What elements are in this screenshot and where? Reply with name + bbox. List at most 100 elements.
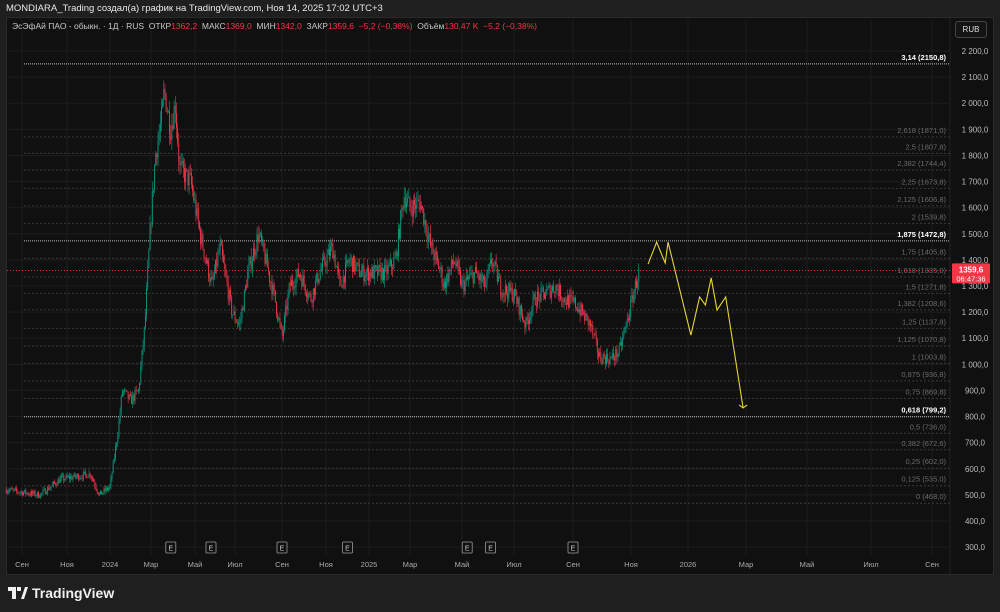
candle-down <box>264 250 266 264</box>
candle-down <box>136 390 138 392</box>
candle-down <box>246 285 248 288</box>
candle-up <box>401 207 403 211</box>
candle-down <box>74 473 76 478</box>
candle-down <box>603 354 605 358</box>
candle-up <box>255 251 257 256</box>
candle-up <box>67 476 69 478</box>
price-tick-label: 1 900,0 <box>962 125 989 134</box>
candle-up <box>161 107 162 124</box>
price-chart[interactable]: 3,14 (2150,8) 2,618 (1871,0) 2,5 (1807,8) 2… <box>0 0 1000 612</box>
currency-button[interactable]: RUB <box>955 21 987 38</box>
fib-level-label: 2,5 (1807,8) <box>906 142 947 151</box>
candle-down <box>38 492 39 498</box>
candle-down <box>454 262 456 264</box>
candle-up <box>364 277 366 282</box>
candle-up <box>465 276 467 282</box>
candle-down <box>337 266 338 269</box>
candle-up <box>416 199 418 209</box>
candle-up <box>308 293 310 298</box>
candle-up <box>494 261 496 265</box>
candle-up <box>316 273 318 282</box>
candle-up <box>215 259 216 273</box>
candle-down <box>239 323 241 325</box>
candle-down <box>332 243 334 259</box>
candle-up <box>232 314 234 316</box>
candle-up <box>73 473 75 478</box>
candle-up <box>626 318 628 323</box>
candle-up <box>475 267 476 272</box>
price-tick-label: 400,0 <box>965 517 986 526</box>
earnings-marker[interactable]: E <box>165 541 177 554</box>
earnings-marker[interactable]: E <box>461 541 473 554</box>
earnings-marker[interactable]: E <box>485 541 497 554</box>
candle-down <box>125 389 127 391</box>
candle-up <box>141 350 143 367</box>
candle-down <box>81 477 83 479</box>
earnings-marker[interactable]: E <box>205 541 217 554</box>
candle-down <box>592 324 594 334</box>
candle-up <box>606 354 607 365</box>
candle-down <box>380 266 382 280</box>
candle-up <box>504 285 506 295</box>
candle-down <box>402 207 404 209</box>
time-tick-label: 2026 <box>680 560 697 569</box>
candle-up <box>611 353 613 358</box>
low-label: МИН <box>256 21 276 31</box>
candle-down <box>279 318 281 324</box>
candle-down <box>432 242 434 254</box>
candle-down <box>107 487 108 490</box>
earnings-marker[interactable]: E <box>342 541 353 554</box>
candle-down <box>307 296 308 298</box>
candle-up <box>157 140 159 158</box>
candle-down <box>94 482 96 486</box>
candle-up <box>72 477 74 480</box>
candle-up <box>530 317 532 318</box>
candle-up <box>196 208 198 216</box>
candle-up <box>356 262 358 265</box>
candle-up <box>456 260 458 267</box>
candle-down <box>266 253 268 268</box>
candle-up <box>583 312 584 314</box>
candle-up <box>479 273 481 281</box>
symbol-name[interactable]: ЭсЭфАй ПАО - обыкн. · 1Д · RUS <box>12 21 144 31</box>
candle-down <box>544 292 545 299</box>
candle-up <box>384 265 386 281</box>
candle-up <box>212 277 214 280</box>
candle-down <box>575 297 576 308</box>
candle-up <box>545 295 547 299</box>
candle-up <box>213 272 215 278</box>
earnings-marker[interactable]: E <box>567 541 579 554</box>
candle-down <box>491 259 492 264</box>
projection-path <box>647 240 748 409</box>
candle-up <box>105 487 107 491</box>
candle-up <box>634 280 636 292</box>
candle-up <box>591 324 593 327</box>
candle-down <box>570 294 572 296</box>
candle-down <box>568 295 570 308</box>
candle-down <box>170 134 172 141</box>
candle-up <box>485 283 487 288</box>
candle-down <box>594 333 596 336</box>
candle-down <box>499 277 501 279</box>
candle-down <box>435 251 437 256</box>
candle-down <box>257 234 259 242</box>
candle-up <box>13 488 15 490</box>
candle-down <box>542 287 544 293</box>
candle-up <box>468 277 469 279</box>
time-tick-label: Мар <box>739 560 754 569</box>
time-tick-label: Сен <box>15 560 29 569</box>
candle-up <box>285 305 287 316</box>
candle-up <box>159 123 161 133</box>
candle-up <box>117 436 119 444</box>
candle-up <box>331 243 333 247</box>
tradingview-logo[interactable]: TradingView <box>8 585 114 601</box>
candle-down <box>419 202 421 210</box>
candle-down <box>339 272 341 280</box>
candle-up <box>400 210 402 239</box>
candle-down <box>478 275 480 281</box>
candle-down <box>506 285 507 293</box>
earnings-marker[interactable]: E <box>276 541 288 554</box>
time-tick-label: Июл <box>227 560 242 569</box>
candle-up <box>315 281 317 295</box>
candle-up <box>296 268 298 277</box>
